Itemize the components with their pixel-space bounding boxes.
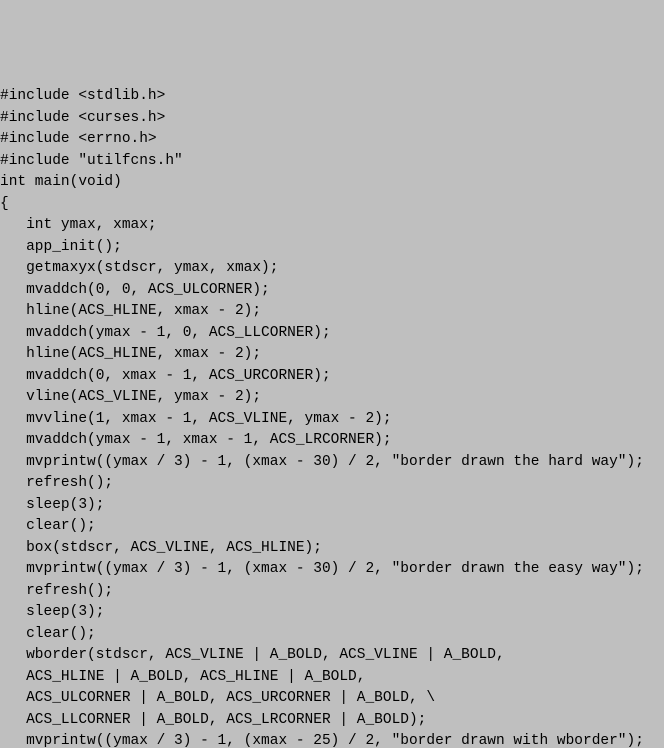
code-line: #include <errno.h> [0,129,664,151]
code-line: refresh(); [0,581,664,603]
code-line: sleep(3); [0,602,664,624]
code-line: box(stdscr, ACS_VLINE, ACS_HLINE); [0,538,664,560]
code-line: getmaxyx(stdscr, ymax, xmax); [0,258,664,280]
code-line: vline(ACS_VLINE, ymax - 2); [0,387,664,409]
code-line: mvaddch(0, 0, ACS_ULCORNER); [0,280,664,302]
code-line: mvprintw((ymax / 3) - 1, (xmax - 25) / 2… [0,731,664,748]
code-line: sleep(3); [0,495,664,517]
code-line: app_init(); [0,237,664,259]
code-line: ACS_HLINE | A_BOLD, ACS_HLINE | A_BOLD, [0,667,664,689]
code-line: mvaddch(0, xmax - 1, ACS_URCORNER); [0,366,664,388]
code-block: #include <stdlib.h>#include <curses.h>#i… [0,86,664,748]
code-line: mvaddch(ymax - 1, 0, ACS_LLCORNER); [0,323,664,345]
code-line: wborder(stdscr, ACS_VLINE | A_BOLD, ACS_… [0,645,664,667]
code-line: #include <stdlib.h> [0,86,664,108]
code-line: refresh(); [0,473,664,495]
code-line: mvprintw((ymax / 3) - 1, (xmax - 30) / 2… [0,559,664,581]
code-line: { [0,194,664,216]
code-line: hline(ACS_HLINE, xmax - 2); [0,301,664,323]
code-line: #include "utilfcns.h" [0,151,664,173]
code-line: clear(); [0,516,664,538]
code-line: mvvline(1, xmax - 1, ACS_VLINE, ymax - 2… [0,409,664,431]
code-line: #include <curses.h> [0,108,664,130]
code-line: clear(); [0,624,664,646]
code-line: ACS_LLCORNER | A_BOLD, ACS_LRCORNER | A_… [0,710,664,732]
code-line: int ymax, xmax; [0,215,664,237]
code-line: int main(void) [0,172,664,194]
code-line: ACS_ULCORNER | A_BOLD, ACS_URCORNER | A_… [0,688,664,710]
code-line: mvprintw((ymax / 3) - 1, (xmax - 30) / 2… [0,452,664,474]
code-line: mvaddch(ymax - 1, xmax - 1, ACS_LRCORNER… [0,430,664,452]
code-line: hline(ACS_HLINE, xmax - 2); [0,344,664,366]
